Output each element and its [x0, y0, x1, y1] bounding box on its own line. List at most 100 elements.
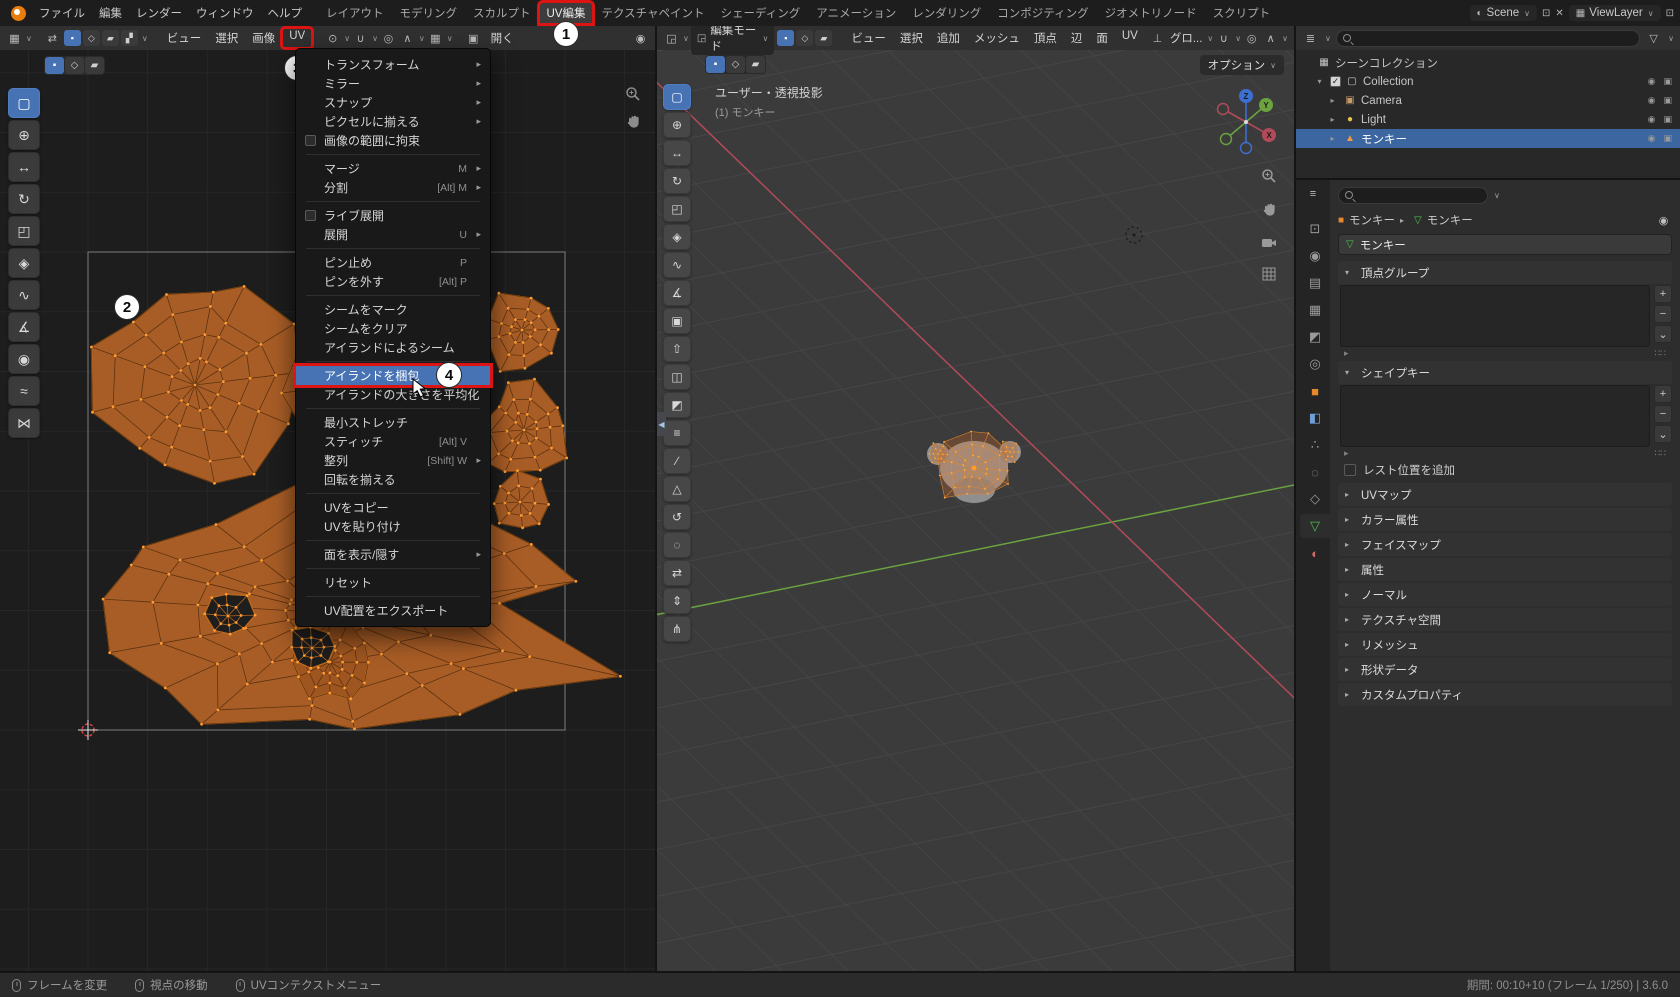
object-tab[interactable]: ■	[1300, 379, 1330, 403]
scene-tab[interactable]: ◩	[1300, 325, 1330, 349]
uv-menu-item-24[interactable]: 整列 [Shift] W ▸	[296, 451, 490, 470]
uv-editor-menu-選択[interactable]: 選択	[208, 28, 245, 48]
render-tab[interactable]: ◉	[1300, 244, 1330, 268]
remove-item-button[interactable]: −	[1654, 305, 1672, 323]
list-resize-grip[interactable]: ∷∷	[1655, 448, 1666, 459]
render-camera-icon[interactable]: ▣	[1663, 114, 1672, 125]
orientation-label[interactable]: グロ...	[1168, 28, 1205, 48]
cursor-tool[interactable]: ⊕	[663, 112, 691, 138]
uv-menu-item-4[interactable]: 画像の範囲に拘束	[296, 131, 490, 150]
viewport-menu-3[interactable]: メッシュ	[967, 28, 1027, 48]
snap-magnet-icon[interactable]: ∪	[1215, 29, 1232, 47]
smooth-tool[interactable]: ◌	[663, 532, 691, 558]
material-tab[interactable]: ◐	[1300, 541, 1330, 565]
uv-menu-item-9[interactable]: ライブ展開	[296, 206, 490, 225]
measure-tool[interactable]: ∡	[8, 312, 40, 342]
proportional-edit-icon[interactable]: ◎	[1243, 29, 1260, 47]
checkbox-icon[interactable]	[1344, 464, 1356, 476]
uv-menu-item-25[interactable]: 回転を揃える	[296, 470, 490, 489]
expander-icon[interactable]: ▸	[1326, 115, 1339, 124]
falloff-icon[interactable]: ∧	[1262, 29, 1279, 47]
viewport-menu-4[interactable]: 頂点	[1027, 28, 1064, 48]
add-cube-tool[interactable]: ▣	[663, 308, 691, 334]
uv-menu-item-12[interactable]: ピン止め P	[296, 253, 490, 272]
uv-menu-item-3[interactable]: ピクセルに揃える ▸	[296, 112, 490, 131]
vp-pill-0[interactable]: ▪	[706, 56, 725, 73]
scene-selector[interactable]: ◐ Scene ∨	[1469, 5, 1538, 21]
physics-tab[interactable]: ◌	[1300, 460, 1330, 484]
pan-hand-icon[interactable]	[626, 114, 641, 135]
shrink-fatten-tool[interactable]: ⇕	[663, 588, 691, 614]
mesh-select-mode-2[interactable]: ▰	[815, 30, 833, 46]
uv-menu-item-34[interactable]: UV配置をエクスポート	[296, 601, 490, 620]
pivot-icon[interactable]: ⊙	[324, 29, 341, 47]
uv-select-mode-3[interactable]: ▞	[120, 30, 138, 46]
properties-search-input[interactable]	[1338, 186, 1488, 204]
uv-menu-item-28[interactable]: UVを貼り付け	[296, 517, 490, 536]
spin-tool[interactable]: ↺	[663, 504, 691, 530]
blender-logo-icon[interactable]	[11, 5, 26, 21]
viewport-menu-6[interactable]: 面	[1089, 28, 1115, 48]
pan-hand-icon[interactable]	[1262, 202, 1277, 223]
list-expand-icon[interactable]: ▸	[1344, 348, 1349, 359]
knife-tool[interactable]: ∕	[663, 448, 691, 474]
poly-build-tool[interactable]: △	[663, 476, 691, 502]
expander-icon[interactable]: ▾	[1313, 77, 1326, 86]
viewport-menu-0[interactable]: ビュー	[844, 28, 893, 48]
bevel-tool[interactable]: ◩	[663, 392, 691, 418]
render-camera-icon[interactable]: ▣	[1663, 76, 1672, 87]
workspace-tab-7[interactable]: レンダリング	[904, 2, 989, 24]
list-resize-grip[interactable]: ∷∷	[1655, 348, 1666, 359]
visibility-eye-icon[interactable]: ◉	[1648, 114, 1656, 125]
sticky-select-chevron-icon[interactable]: ∨	[142, 34, 148, 43]
mode-dropdown[interactable]: ◲ 編集モード ∨	[690, 26, 775, 55]
uv-menu-item-0[interactable]: トランスフォーム ▸	[296, 55, 490, 74]
falloff-icon[interactable]: ∧	[399, 29, 416, 47]
delete-scene-icon[interactable]: ✕	[1555, 8, 1563, 19]
grab-tool[interactable]: ◉	[8, 344, 40, 374]
remove-item-button[interactable]: −	[1654, 405, 1672, 423]
inset-faces-tool[interactable]: ◫	[663, 364, 691, 390]
panel-header-11[interactable]: ▸ カスタムプロパティ	[1338, 683, 1672, 706]
sidebar-toggle-arrow[interactable]: ◀	[657, 412, 666, 436]
panel-header-9[interactable]: ▸ リメッシュ	[1338, 633, 1672, 656]
proportional-edit-icon[interactable]: ◎	[380, 29, 397, 47]
modifiers-tab[interactable]: ◧	[1300, 406, 1330, 430]
workspace-tab-5[interactable]: シェーディング	[713, 2, 809, 24]
panel-header-1[interactable]: ▾ シェイプキー	[1338, 361, 1672, 384]
tool-tab[interactable]: ⊡	[1300, 217, 1330, 241]
uv-menu-item-30[interactable]: 面を表示/隠す ▸	[296, 545, 490, 564]
uv-editor-menu-画像[interactable]: 画像	[245, 28, 282, 48]
move-tool[interactable]: ↔	[8, 152, 40, 182]
visibility-eye-icon[interactable]: ◉	[1648, 95, 1656, 106]
outliner-search-input[interactable]	[1335, 29, 1641, 47]
uv-menu-item-2[interactable]: スナップ ▸	[296, 93, 490, 112]
viewport-menu-7[interactable]: UV	[1115, 28, 1145, 48]
outliner-row-4[interactable]: ▸ ▲ モンキー ◉ ▣	[1296, 129, 1680, 148]
outliner-row-3[interactable]: ▸ ● Light ◉ ▣	[1296, 110, 1680, 129]
workspace-tab-10[interactable]: スクリプト	[1205, 2, 1279, 24]
specials-menu-button[interactable]: ⌄	[1654, 425, 1672, 443]
app-menu-4[interactable]: ヘルプ	[261, 3, 310, 23]
app-menu-3[interactable]: ウィンドウ	[189, 3, 261, 23]
workspace-tab-6[interactable]: アニメーション	[808, 2, 904, 24]
visibility-eye-icon[interactable]: ◉	[1648, 133, 1656, 144]
uv-select-mode-0[interactable]: ▪	[63, 30, 81, 46]
uv-menu-item-27[interactable]: UVをコピー	[296, 498, 490, 517]
rotate-tool[interactable]: ↻	[8, 184, 40, 214]
vp-pill-1[interactable]: ◇	[726, 56, 745, 73]
new-viewlayer-icon[interactable]: ⊡	[1666, 8, 1674, 19]
breadcrumb-object[interactable]: モンキー	[1349, 212, 1395, 228]
transform-tool[interactable]: ◈	[8, 248, 40, 278]
open-image-button[interactable]: 開く	[484, 28, 521, 48]
editor-type-properties-icon[interactable]: ≡	[1305, 185, 1322, 203]
viewport-canvas[interactable]: ▪ ◇ ▰ オプション ∨ ユーザー・透視投影 (1) モンキー ▢ ⊕ ↔ ↻ ◰ ◈ ∿ ∡ ▣…	[657, 50, 1294, 971]
breadcrumb-data[interactable]: モンキー	[1427, 212, 1473, 228]
render-camera-icon[interactable]: ▣	[1663, 95, 1672, 106]
workspace-tab-9[interactable]: ジオメトリノード	[1097, 2, 1205, 24]
panel-header-5[interactable]: ▸ フェイスマップ	[1338, 533, 1672, 556]
workspace-tab-8[interactable]: コンポジティング	[989, 2, 1096, 24]
uv-editor-menu-ビュー[interactable]: ビュー	[160, 28, 209, 48]
rest-position-row[interactable]: レスト位置を追加	[1338, 459, 1672, 481]
snap-magnet-icon[interactable]: ∪	[352, 29, 369, 47]
